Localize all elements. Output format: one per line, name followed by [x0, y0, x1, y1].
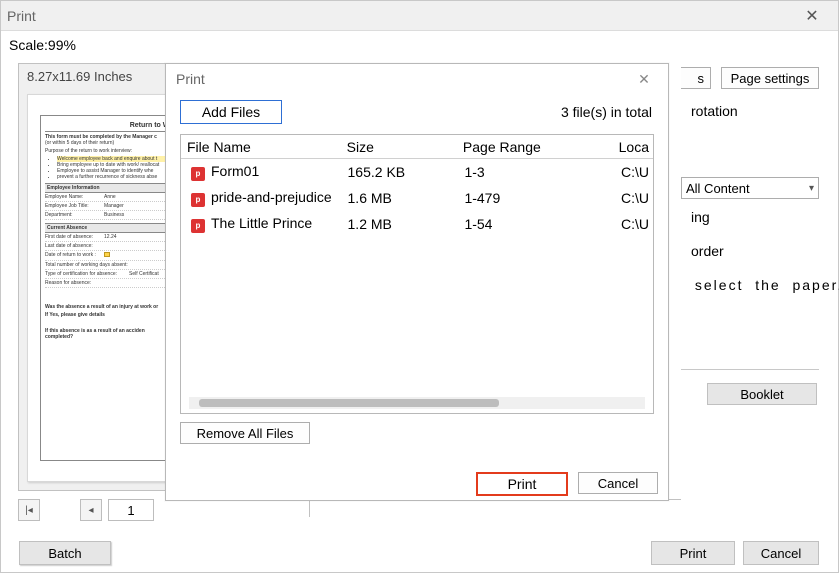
outer-cancel-button[interactable]: Cancel: [743, 541, 819, 565]
text-fragment-ing: ing: [691, 209, 710, 225]
pager-first-button[interactable]: |◂: [18, 499, 40, 521]
outer-title: Print: [7, 8, 36, 24]
inner-print-button[interactable]: Print: [476, 472, 568, 496]
pager-input[interactable]: [108, 499, 154, 521]
combo-value: All Content: [686, 181, 750, 196]
text-fragment-order: order: [691, 243, 724, 259]
print-window: Print ✕ Scale:99% 8.27x11.69 Inches Retu…: [0, 0, 839, 573]
booklet-button[interactable]: Booklet: [707, 383, 817, 405]
batch-button[interactable]: Batch: [19, 541, 111, 565]
content-scope-combo[interactable]: All Content ▾: [681, 177, 819, 199]
pdf-icon: p: [191, 193, 205, 207]
inner-cancel-button[interactable]: Cancel: [578, 472, 658, 494]
col-header-name[interactable]: File Name: [181, 139, 347, 155]
close-icon[interactable]: ✕: [626, 66, 662, 92]
pdf-icon: p: [191, 167, 205, 181]
rotation-label-fragment: rotation: [691, 103, 738, 119]
panel-border-fragment: [309, 499, 681, 517]
col-header-location[interactable]: Loca: [619, 139, 653, 155]
inner-titlebar[interactable]: Print ✕: [166, 64, 668, 94]
table-row[interactable]: pThe Little Prince 1.2 MB 1-54 C:\U: [181, 211, 653, 237]
col-header-range[interactable]: Page Range: [463, 139, 619, 155]
table-row[interactable]: ppride-and-prejudice 1.6 MB 1-479 C:\U: [181, 185, 653, 211]
file-count-label: 3 file(s) in total: [561, 104, 652, 120]
page-settings-button[interactable]: Page settings: [721, 67, 819, 89]
file-table-header[interactable]: File Name Size Page Range Loca: [181, 135, 653, 159]
table-row[interactable]: pForm01 165.2 KB 1-3 C:\U: [181, 159, 653, 185]
add-files-button[interactable]: Add Files: [180, 100, 282, 124]
truncated-button[interactable]: s: [681, 67, 711, 89]
batch-print-dialog: Print ✕ Add Files 3 file(s) in total Fil…: [165, 63, 669, 501]
chevron-left-icon: ◂: [88, 505, 93, 516]
pager-prev-button[interactable]: ◂: [80, 499, 102, 521]
file-table: File Name Size Page Range Loca pForm01 1…: [180, 134, 654, 414]
scrollbar-thumb[interactable]: [199, 399, 499, 407]
inner-title: Print: [176, 71, 205, 87]
text-fragment-select: select the paper...: [689, 277, 839, 293]
horizontal-scrollbar[interactable]: [189, 397, 645, 409]
outer-body: Scale:99% 8.27x11.69 Inches Return to Wo…: [1, 31, 838, 572]
remove-all-files-button[interactable]: Remove All Files: [180, 422, 310, 444]
pdf-icon: p: [191, 219, 205, 233]
outer-print-button[interactable]: Print: [651, 541, 735, 565]
scale-label: Scale:99%: [9, 37, 76, 53]
outer-titlebar[interactable]: Print ✕: [1, 1, 838, 31]
divider: [681, 369, 819, 370]
close-icon[interactable]: ✕: [790, 2, 834, 30]
chevron-down-icon: ▾: [809, 183, 814, 194]
col-header-size[interactable]: Size: [347, 139, 463, 155]
skip-start-icon: |◂: [25, 505, 33, 516]
